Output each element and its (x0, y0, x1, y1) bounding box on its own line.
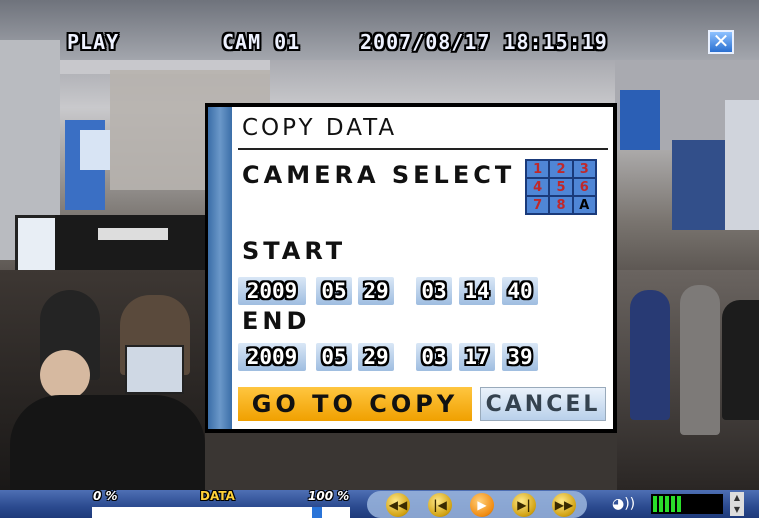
playback-control-bar: 0 % DATA 100 % ◀◀ |◀ ▶ ▶| ▶▶ ◕)) ▲ ▼ (0, 489, 759, 518)
camera-cell-1[interactable]: 1 (527, 161, 549, 177)
camera-cell-8[interactable]: 8 (550, 197, 572, 213)
dvr-screen: PLAY CAM 01 2007/08/17 18:15:19 ✕ COPY D… (0, 0, 759, 518)
volume-bar (659, 496, 663, 512)
start-year-field[interactable]: 2009 (238, 277, 306, 305)
camera-cell-3[interactable]: 3 (573, 161, 595, 177)
end-hour-field[interactable]: 03 (416, 343, 452, 371)
camera-cell-4[interactable]: 4 (527, 179, 549, 195)
cancel-button[interactable]: CANCEL (480, 387, 606, 421)
dialog-panel: COPY DATA CAMERA SELECT 1 2 3 4 5 6 7 8 … (208, 107, 613, 429)
progress-max-label: 100 % (308, 489, 350, 503)
volume-bar (653, 496, 657, 512)
end-year-field[interactable]: 2009 (238, 343, 306, 371)
camera-select-label: CAMERA SELECT (242, 161, 516, 189)
start-minute-field[interactable]: 14 (459, 277, 495, 305)
start-hour-field[interactable]: 03 (416, 277, 452, 305)
play-icon[interactable]: ▶ (470, 493, 494, 517)
volume-bar (665, 496, 669, 512)
end-minute-field[interactable]: 17 (459, 343, 495, 371)
progress-min-label: 0 % (93, 489, 118, 503)
camera-cell-5[interactable]: 5 (550, 179, 572, 195)
start-label: START (242, 237, 347, 265)
volume-bar (677, 496, 681, 512)
dialog-title: COPY DATA (242, 115, 398, 141)
data-label: DATA (200, 489, 235, 503)
end-label: END (242, 307, 311, 335)
camera-select-grid[interactable]: 1 2 3 4 5 6 7 8 A (525, 159, 597, 215)
volume-bar (671, 496, 675, 512)
volume-arrows-icon[interactable]: ▲ ▼ (730, 492, 744, 516)
close-icon[interactable]: ✕ (708, 30, 734, 54)
end-month-field[interactable]: 05 (316, 343, 352, 371)
playback-mode-indicator: PLAY (67, 30, 120, 54)
end-second-field[interactable]: 39 (502, 343, 538, 371)
rewind-fast-icon[interactable]: ◀◀ (386, 493, 410, 517)
volume-meter[interactable] (651, 494, 723, 514)
camera-cell-2[interactable]: 2 (550, 161, 572, 177)
dialog-side-stripe (208, 107, 232, 429)
start-second-field[interactable]: 40 (502, 277, 538, 305)
copy-data-dialog: COPY DATA CAMERA SELECT 1 2 3 4 5 6 7 8 … (205, 103, 617, 433)
title-divider (238, 148, 608, 150)
progress-marker[interactable] (312, 507, 322, 518)
fast-forward-icon[interactable]: ▶▶ (552, 493, 576, 517)
go-to-copy-button[interactable]: GO TO COPY (238, 387, 472, 421)
camera-indicator: CAM 01 (222, 30, 301, 54)
start-day-field[interactable]: 29 (358, 277, 394, 305)
speaker-icon[interactable]: ◕)) (612, 494, 636, 514)
start-month-field[interactable]: 05 (316, 277, 352, 305)
end-day-field[interactable]: 29 (358, 343, 394, 371)
camera-cell-all[interactable]: A (573, 197, 595, 213)
camera-cell-7[interactable]: 7 (527, 197, 549, 213)
step-forward-icon[interactable]: ▶| (512, 493, 536, 517)
camera-cell-6[interactable]: 6 (573, 179, 595, 195)
step-back-icon[interactable]: |◀ (428, 493, 452, 517)
timestamp: 2007/08/17 18:15:19 (360, 30, 608, 54)
